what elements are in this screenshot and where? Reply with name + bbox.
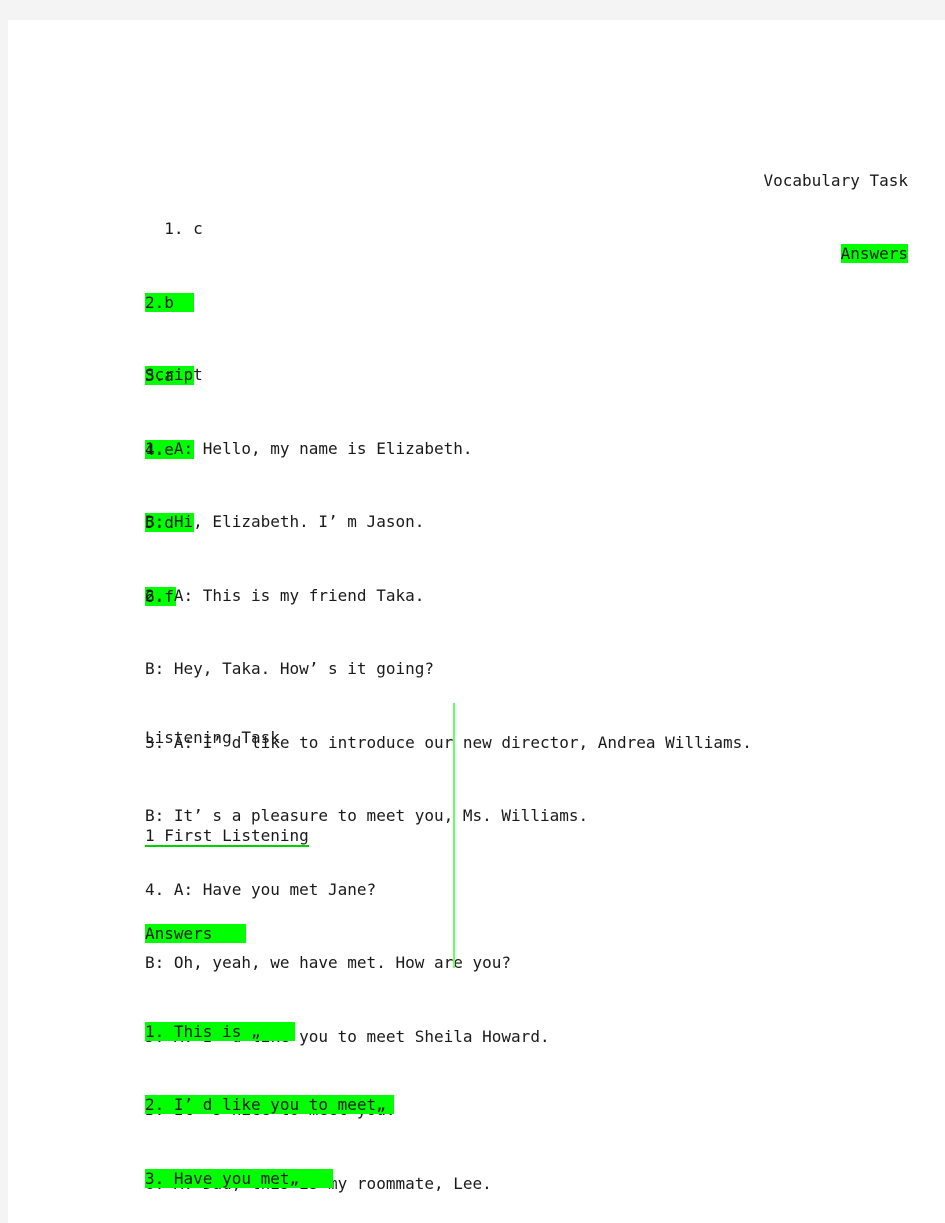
first-listening-answers-label: Answers	[145, 922, 905, 947]
first-listening-answer-2-text: 2. I’ d like you to meet„	[145, 1095, 394, 1114]
first-listening-heading: 1 First Listening	[145, 824, 905, 849]
answer-item-2: 2.b	[145, 291, 905, 316]
listening-task-block: Listening Task 1 First Listening Answers…	[145, 652, 905, 1223]
answer-item-1-text: 1. c	[145, 219, 203, 238]
first-listening-answers-label-text: Answers	[145, 923, 247, 943]
vocabulary-script-line-3: 2. A: This is my friend Taka.	[145, 585, 425, 605]
first-listening-answer-3-text: 3. Have you met„	[145, 1168, 334, 1188]
listening-task-heading: Listening Task	[145, 727, 280, 747]
document-page: Vocabulary Task Answers 1. c 2.b 3.a 4.e…	[8, 20, 945, 1223]
first-listening-answer-2: 2. I’ d like you to meet„	[145, 1093, 905, 1118]
answer-item-2-text: 2.b	[145, 292, 194, 312]
revision-change-bar	[453, 703, 455, 968]
vocabulary-script-line-2: B: Hi, Elizabeth. I’ m Jason.	[145, 512, 425, 531]
vocabulary-script-line-1: 1. A: Hello, my name is Elizabeth.	[145, 438, 473, 458]
first-listening-answer-3: 3. Have you met„	[145, 1167, 905, 1192]
first-listening-answer-1-text: 1. This is „	[145, 1021, 295, 1041]
first-listening-heading-text: 1 First Listening	[145, 825, 309, 847]
first-listening-answer-1: 1. This is „	[145, 1020, 905, 1045]
answer-item-1: 1. c	[145, 217, 905, 242]
vocabulary-script-label: Script	[145, 365, 203, 384]
